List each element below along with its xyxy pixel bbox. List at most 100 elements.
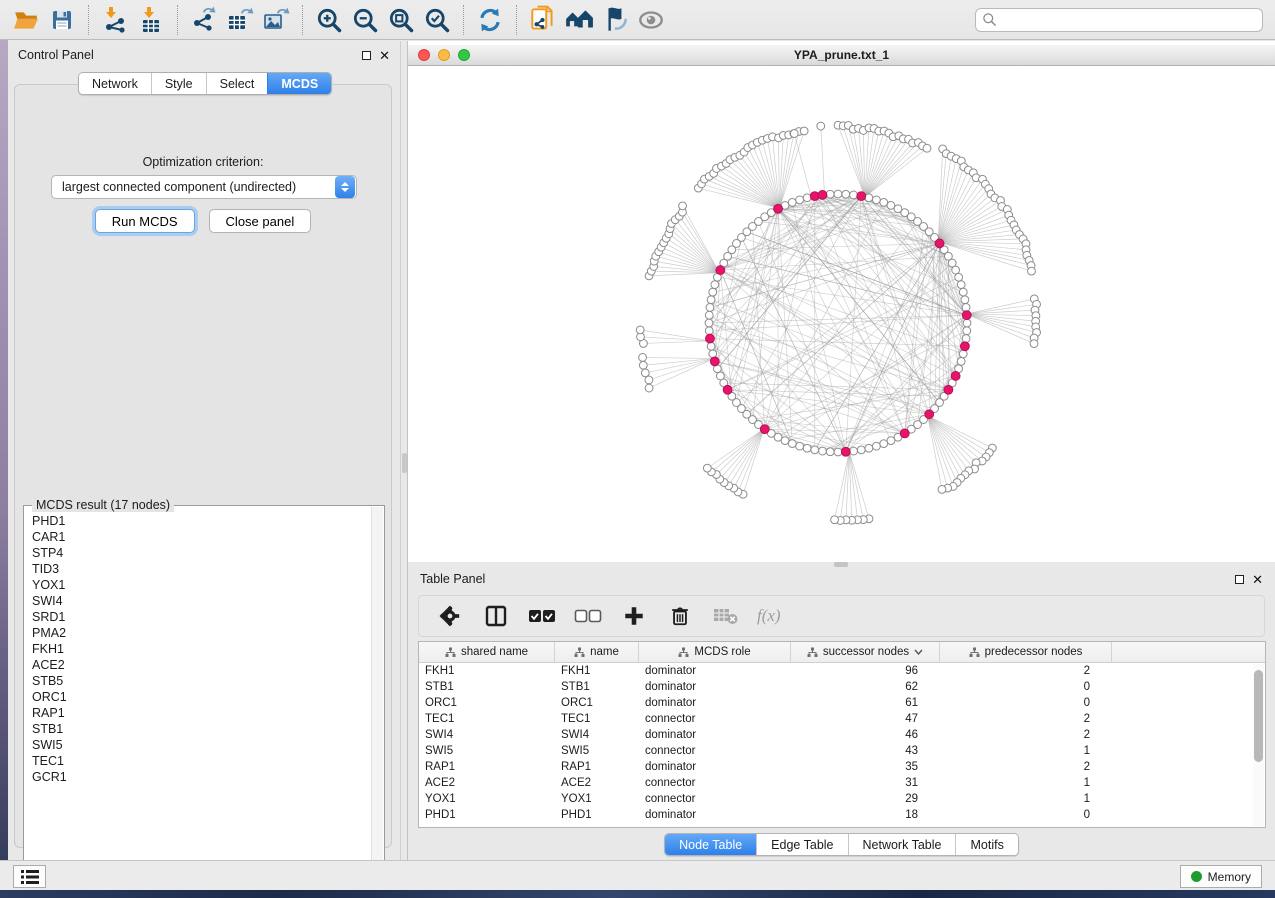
close-table-panel-icon[interactable]: ✕ bbox=[1252, 575, 1263, 584]
mcds-hub-node[interactable] bbox=[944, 385, 953, 394]
mcds-result-item[interactable]: STB1 bbox=[32, 721, 371, 737]
export-table-button[interactable] bbox=[222, 3, 258, 37]
tab-mcds[interactable]: MCDS bbox=[267, 73, 331, 94]
tab-edge-table[interactable]: Edge Table bbox=[756, 834, 847, 855]
import-table-button[interactable] bbox=[133, 3, 169, 37]
tab-motifs[interactable]: Motifs bbox=[955, 834, 1017, 855]
mcds-result-item[interactable]: STP4 bbox=[32, 545, 371, 561]
table-row[interactable]: ORC1ORC1dominator610 bbox=[419, 695, 1265, 711]
home-layout-button[interactable] bbox=[561, 3, 597, 37]
table-cell: dominator bbox=[639, 681, 791, 693]
refresh-view-button[interactable] bbox=[472, 3, 508, 37]
mcds-result-item[interactable]: ORC1 bbox=[32, 689, 371, 705]
mcds-result-item[interactable]: SWI5 bbox=[32, 737, 371, 753]
mcds-hub-node[interactable] bbox=[760, 425, 769, 434]
table-scrollbar[interactable] bbox=[1253, 664, 1264, 826]
save-session-button[interactable] bbox=[44, 3, 80, 37]
mcds-result-item[interactable]: SWI4 bbox=[32, 593, 371, 609]
table-options-button[interactable] bbox=[435, 601, 465, 631]
tab-select[interactable]: Select bbox=[206, 73, 268, 94]
search-box[interactable] bbox=[975, 8, 1263, 32]
network-canvas[interactable] bbox=[408, 66, 1275, 563]
network-from-file-button[interactable] bbox=[525, 3, 561, 37]
close-panel-button[interactable]: Close panel bbox=[209, 209, 312, 233]
mcds-hub-node[interactable] bbox=[818, 191, 827, 200]
mcds-hub-node[interactable] bbox=[706, 334, 715, 343]
import-network-button[interactable] bbox=[97, 3, 133, 37]
export-image-button[interactable] bbox=[258, 3, 294, 37]
mcds-hub-node[interactable] bbox=[962, 311, 971, 320]
table-row[interactable]: PHD1PHD1dominator180 bbox=[419, 807, 1265, 823]
mcds-result-item[interactable]: RAP1 bbox=[32, 705, 371, 721]
eye-icon bbox=[636, 5, 666, 35]
mcds-result-item[interactable]: YOX1 bbox=[32, 577, 371, 593]
network-window-titlebar[interactable]: YPA_prune.txt_1 bbox=[408, 45, 1275, 66]
deselect-all-button[interactable] bbox=[573, 601, 603, 631]
mcds-hub-node[interactable] bbox=[960, 342, 969, 351]
column-header-MCDS-role[interactable]: MCDS role bbox=[639, 642, 791, 662]
delete-column-button[interactable] bbox=[665, 601, 695, 631]
table-row[interactable]: RAP1RAP1dominator352 bbox=[419, 759, 1265, 775]
run-mcds-button[interactable]: Run MCDS bbox=[95, 209, 195, 233]
hide-flag-button[interactable] bbox=[597, 3, 633, 37]
mcds-hub-node[interactable] bbox=[900, 429, 909, 438]
tab-network[interactable]: Network bbox=[79, 73, 151, 94]
mcds-hub-node[interactable] bbox=[925, 410, 934, 419]
network-graph[interactable] bbox=[408, 66, 1275, 563]
table-row[interactable]: ACE2ACE2connector311 bbox=[419, 775, 1265, 791]
mcds-result-item[interactable]: FKH1 bbox=[32, 641, 371, 657]
show-eye-button[interactable] bbox=[633, 3, 669, 37]
table-row[interactable]: FKH1FKH1dominator962 bbox=[419, 663, 1265, 679]
mcds-result-item[interactable]: TEC1 bbox=[32, 753, 371, 769]
table-row[interactable]: STB1STB1dominator620 bbox=[419, 679, 1265, 695]
mcds-result-item[interactable]: TID3 bbox=[32, 561, 371, 577]
zoom-in-button[interactable] bbox=[311, 3, 347, 37]
float-panel-icon[interactable] bbox=[362, 51, 371, 60]
zoom-fit-button[interactable] bbox=[383, 3, 419, 37]
add-column-button[interactable] bbox=[619, 601, 649, 631]
mcds-hub-node[interactable] bbox=[935, 239, 944, 248]
mcds-hub-node[interactable] bbox=[716, 266, 725, 275]
tab-node-table[interactable]: Node Table bbox=[665, 834, 756, 855]
mcds-result-item[interactable]: SRD1 bbox=[32, 609, 371, 625]
table-row[interactable]: TEC1TEC1connector472 bbox=[419, 711, 1265, 727]
mcds-result-scrollbar[interactable] bbox=[371, 507, 383, 875]
mcds-result-item[interactable]: PHD1 bbox=[32, 513, 371, 529]
mcds-result-item[interactable]: CAR1 bbox=[32, 529, 371, 545]
select-all-button[interactable] bbox=[527, 601, 557, 631]
task-history-button[interactable] bbox=[13, 865, 46, 888]
mcds-hub-node[interactable] bbox=[774, 204, 783, 213]
table-row[interactable]: SWI5SWI5connector431 bbox=[419, 743, 1265, 759]
column-header-successor-nodes[interactable]: successor nodes bbox=[791, 642, 940, 662]
table-row[interactable]: YOX1YOX1connector291 bbox=[419, 791, 1265, 807]
mcds-result-item[interactable]: GCR1 bbox=[32, 769, 371, 785]
float-table-panel-icon[interactable] bbox=[1235, 575, 1244, 584]
tab-style[interactable]: Style bbox=[151, 73, 206, 94]
show-columns-button[interactable] bbox=[481, 601, 511, 631]
vertical-splitter[interactable] bbox=[400, 41, 408, 860]
mcds-hub-node[interactable] bbox=[710, 357, 719, 366]
mcds-result-list[interactable]: PHD1CAR1STP4TID3YOX1SWI4SRD1PMA2FKH1ACE2… bbox=[25, 507, 371, 875]
criterion-dropdown[interactable]: largest connected component (undirected) bbox=[51, 175, 357, 199]
column-header-name[interactable]: name bbox=[555, 642, 639, 662]
memory-button[interactable]: Memory bbox=[1180, 865, 1262, 888]
mcds-result-item[interactable]: ACE2 bbox=[32, 657, 371, 673]
mcds-result-item[interactable]: STB5 bbox=[32, 673, 371, 689]
column-header-predecessor-nodes[interactable]: predecessor nodes bbox=[940, 642, 1112, 662]
function-builder-button[interactable]: f(x) bbox=[757, 606, 781, 626]
close-panel-icon[interactable]: ✕ bbox=[379, 51, 390, 60]
open-file-button[interactable] bbox=[8, 3, 44, 37]
table-row[interactable]: SWI4SWI4dominator462 bbox=[419, 727, 1265, 743]
zoom-out-button[interactable] bbox=[347, 3, 383, 37]
search-input[interactable] bbox=[997, 10, 1256, 30]
zoom-selected-button[interactable] bbox=[419, 3, 455, 37]
column-header-shared-name[interactable]: shared name bbox=[419, 642, 555, 662]
export-network-button[interactable] bbox=[186, 3, 222, 37]
mcds-hub-node[interactable] bbox=[857, 192, 866, 201]
mcds-hub-node[interactable] bbox=[951, 372, 960, 381]
mcds-hub-node[interactable] bbox=[841, 447, 850, 456]
mcds-result-item[interactable]: PMA2 bbox=[32, 625, 371, 641]
mcds-hub-node[interactable] bbox=[723, 385, 732, 394]
delete-table-button[interactable] bbox=[711, 601, 741, 631]
tab-network-table[interactable]: Network Table bbox=[848, 834, 956, 855]
